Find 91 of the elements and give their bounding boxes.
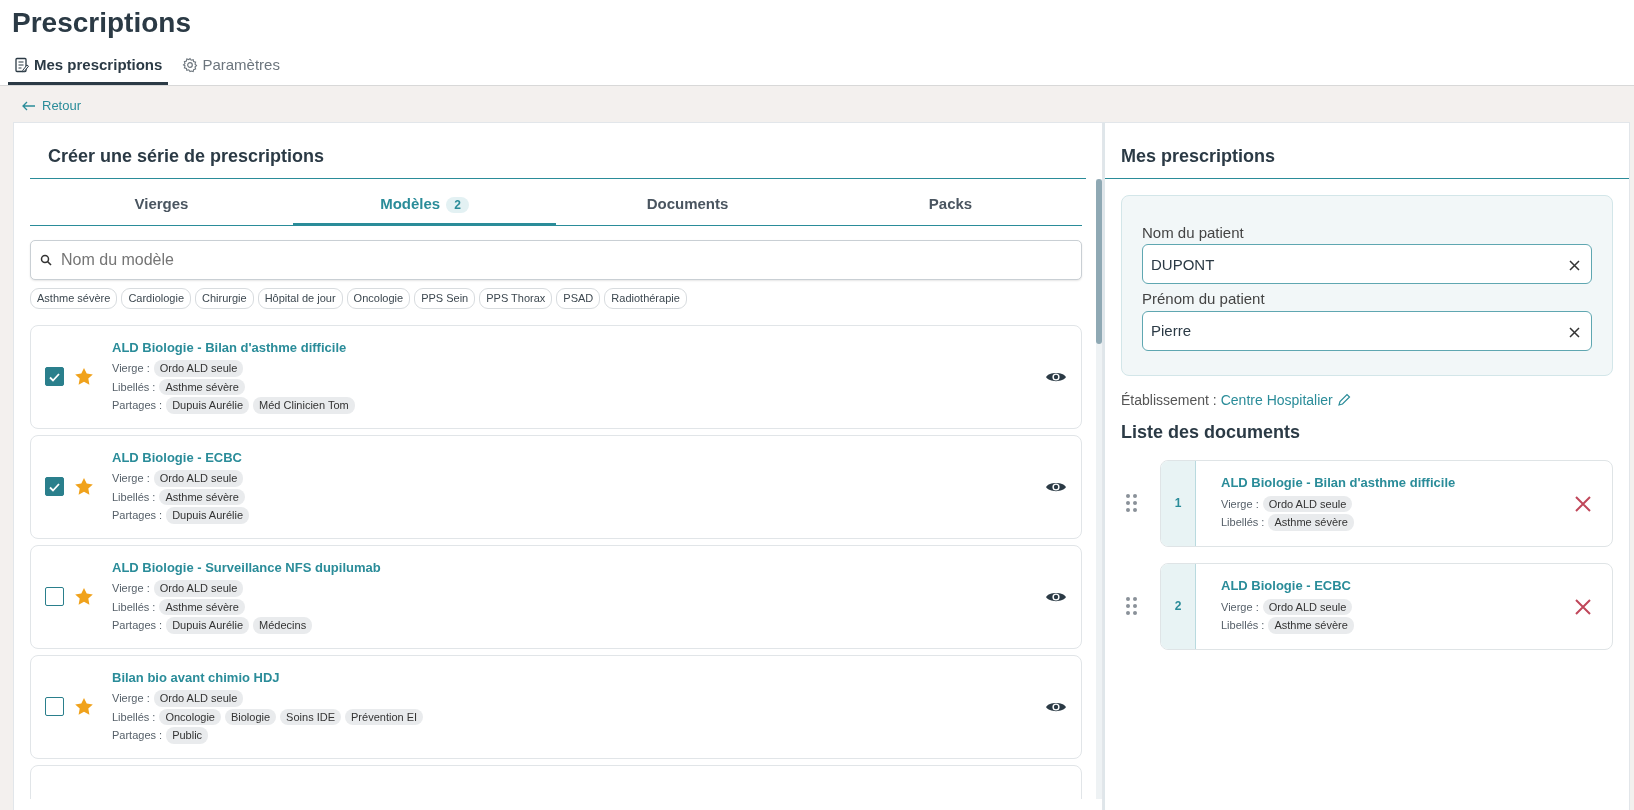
tag: Ordo ALD seule <box>1262 495 1353 513</box>
model-title[interactable]: ALD Biologie - ECBC <box>112 447 1035 468</box>
arrow-left-icon <box>21 99 36 112</box>
document-title[interactable]: ALD Biologie - ECBC <box>1221 576 1554 596</box>
tag: Asthme sévère <box>1268 514 1354 531</box>
star-icon[interactable] <box>74 367 94 387</box>
checkbox[interactable] <box>45 367 64 387</box>
field-label: Partages : <box>112 728 163 744</box>
field-label: Vierge : <box>1221 496 1259 512</box>
tag: Asthme sévère <box>159 488 245 506</box>
tag: Ordo ALD seule <box>153 690 244 707</box>
close-icon <box>1574 597 1592 616</box>
star-icon[interactable] <box>74 697 94 717</box>
tag: Soins IDE <box>280 708 342 726</box>
tag: Asthme sévère <box>159 378 245 396</box>
field-label: Vierge : <box>112 471 150 487</box>
search-field[interactable]: Nom du modèle <box>30 240 1082 281</box>
scrollbar[interactable] <box>1096 178 1102 799</box>
field-label: Partages : <box>112 508 163 524</box>
field-label: Nom du patient <box>1142 222 1245 243</box>
position-number: 1 <box>1161 460 1196 546</box>
tag: Dupuis Aurélie <box>166 507 250 524</box>
tag: Prévention EI <box>345 708 424 726</box>
pencil-icon[interactable] <box>1336 393 1351 408</box>
field-label: Partages : <box>112 398 163 414</box>
text-field[interactable]: Pierre <box>1142 310 1592 351</box>
field-label: Vierge : <box>112 691 150 707</box>
field-label: Libellés : <box>112 709 156 725</box>
panel-title: Créer une série de prescriptions <box>30 122 1086 179</box>
tag: Ordo ALD seule <box>153 360 244 377</box>
field-label: Libellés : <box>1221 618 1265 634</box>
establishment-link[interactable]: Centre Hospitalier <box>1220 389 1333 411</box>
field-label: Libellés : <box>112 379 156 395</box>
field-label: Libellés : <box>1221 515 1265 531</box>
field-label: Vierge : <box>1221 599 1259 615</box>
star-icon[interactable] <box>74 587 94 607</box>
nav-tab[interactable]: Paramètres <box>176 49 286 86</box>
field-label: Établissement : <box>1121 390 1217 410</box>
field-label: Libellés : <box>112 489 156 505</box>
tag: Ordo ALD seule <box>1262 598 1353 616</box>
tag: Dupuis Aurélie <box>166 397 250 414</box>
filter-tag[interactable]: PPS Sein <box>414 288 476 309</box>
tab[interactable]: Documents <box>556 178 819 227</box>
filter-tag[interactable]: Oncologie <box>346 288 411 309</box>
tag: Ordo ALD seule <box>153 470 244 487</box>
model-title[interactable]: ALD Biologie - Bilan d'asthme difficile <box>112 337 1035 358</box>
tag: Dupuis Aurélie <box>166 617 250 634</box>
filter-tag[interactable]: PSAD <box>556 288 601 309</box>
model-title[interactable]: ALD Biologie - Surveillance NFS dupilumab <box>112 557 1035 578</box>
filter-tag[interactable]: Radiothérapie <box>604 288 687 309</box>
tag: Asthme sévère <box>159 598 245 616</box>
text-field[interactable]: DUPONT <box>1142 244 1592 285</box>
field-label: Vierge : <box>112 581 150 597</box>
star-icon[interactable] <box>74 477 94 497</box>
filter-tag[interactable]: Chirurgie <box>195 288 254 309</box>
checkbox[interactable] <box>45 697 64 717</box>
tag: Asthme sévère <box>1268 617 1354 634</box>
filter-tag[interactable]: Cardiologie <box>121 288 192 309</box>
tag: Méd Clinicien Tom <box>253 397 355 414</box>
tab[interactable]: Vierges <box>30 178 293 227</box>
document-icon <box>14 56 30 73</box>
count-badge: 2 <box>446 196 469 213</box>
field-label: Partages : <box>112 618 163 634</box>
tag: Médecins <box>253 617 313 634</box>
tab[interactable]: Modèles 2 <box>293 178 556 227</box>
close-icon <box>1569 326 1580 338</box>
filter-tag[interactable]: Asthme sévère <box>30 288 118 309</box>
field-label: Prénom du patient <box>1142 289 1266 310</box>
page-title: Prescriptions <box>11 6 192 40</box>
model-title[interactable]: Bilan bio avant chimio HDJ <box>112 667 1035 688</box>
back-link[interactable]: Retour <box>21 96 82 116</box>
tag: Oncologie <box>159 708 221 726</box>
gear-icon <box>182 56 199 73</box>
tab[interactable]: Packs <box>819 178 1082 227</box>
drag-handle-icon[interactable] <box>1125 596 1138 617</box>
position-number: 2 <box>1161 563 1196 649</box>
tag: Ordo ALD seule <box>153 580 244 597</box>
document-title[interactable]: ALD Biologie - Bilan d'asthme difficile <box>1221 473 1554 493</box>
tag: Biologie <box>224 708 277 726</box>
close-icon <box>1569 260 1580 272</box>
panel-title: Mes prescriptions <box>1105 122 1629 179</box>
field-label: Vierge : <box>112 361 150 377</box>
filter-tag[interactable]: Hôpital de jour <box>257 288 343 309</box>
checkbox[interactable] <box>45 477 64 497</box>
field-label: Libellés : <box>112 599 156 615</box>
close-icon <box>1574 494 1592 513</box>
filter-tag[interactable]: PPS Thorax <box>479 288 553 309</box>
section-title: Liste des documents <box>1121 420 1302 444</box>
drag-handle-icon[interactable] <box>1125 493 1138 514</box>
checkbox[interactable] <box>45 587 64 607</box>
tag: Public <box>166 727 209 744</box>
